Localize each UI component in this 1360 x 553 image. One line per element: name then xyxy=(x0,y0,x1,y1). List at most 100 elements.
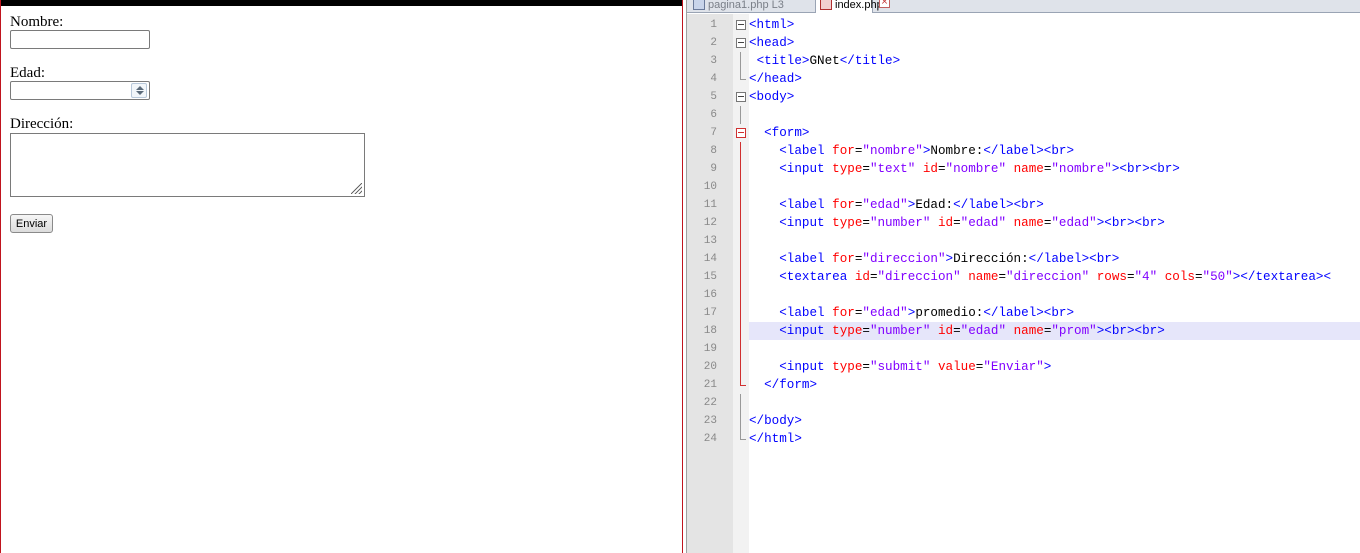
code-line[interactable]: 21 </form> xyxy=(687,376,1360,394)
fold-guide-line xyxy=(740,304,741,322)
number-spinner[interactable] xyxy=(131,83,147,98)
code-line[interactable]: 4 </head> xyxy=(687,70,1360,88)
fold-toggle-icon[interactable] xyxy=(736,20,746,30)
code-token: name xyxy=(968,270,999,284)
fold-guide-line xyxy=(740,178,741,196)
code-token: = xyxy=(862,324,870,338)
code-token: </label><br> xyxy=(983,306,1075,320)
code-token: "edad" xyxy=(862,198,908,212)
code-text: <body> xyxy=(749,88,1360,106)
spin-up-icon[interactable] xyxy=(136,86,144,90)
line-number: 24 xyxy=(703,433,717,445)
code-token: <form> xyxy=(764,126,810,140)
code-text: <label for="direccion">Dirección:</label… xyxy=(749,250,1360,268)
line-number: 22 xyxy=(703,397,717,409)
code-line[interactable]: 5 <body> xyxy=(687,88,1360,106)
code-line[interactable]: 12 <input type="number" id="edad" name="… xyxy=(687,214,1360,232)
code-line[interactable]: 1 <html> xyxy=(687,16,1360,34)
code-token: for xyxy=(832,198,855,212)
code-token: "edad" xyxy=(1051,216,1097,230)
code-token: = xyxy=(862,360,870,374)
code-token: = xyxy=(953,324,961,338)
code-token: id xyxy=(922,162,938,176)
form-preview: Nombre: Edad: Dirección: Enviar xyxy=(0,0,683,553)
code-token: <textarea xyxy=(779,270,855,284)
code-token: <label xyxy=(779,252,833,266)
fold-toggle-icon[interactable] xyxy=(736,38,746,48)
fold-guide-line xyxy=(740,286,741,304)
code-token: Dirección: xyxy=(953,252,1029,266)
line-number: 21 xyxy=(703,379,717,391)
code-area[interactable]: 1 <html> 2 <head> 3 <title>GNet</title> 4 </he… xyxy=(687,16,1360,448)
code-token: <input xyxy=(779,324,833,338)
code-line[interactable]: 19 xyxy=(687,340,1360,358)
fold-guide-line xyxy=(740,250,741,268)
code-token: = xyxy=(953,216,961,230)
line-number: 13 xyxy=(703,235,717,247)
code-line[interactable]: 18 <input type="number" id="edad" name="… xyxy=(687,322,1360,340)
code-line[interactable]: 3 <title>GNet</title> xyxy=(687,52,1360,70)
close-tab-icon[interactable]: × xyxy=(879,0,890,8)
code-line[interactable]: 8 <label for="nombre">Nombre:</label><br… xyxy=(687,142,1360,160)
code-line[interactable]: 7 <form> xyxy=(687,124,1360,142)
code-line[interactable]: 17 <label for="edad">promedio:</label><b… xyxy=(687,304,1360,322)
code-token: promedio: xyxy=(915,306,984,320)
enviar-button[interactable]: Enviar xyxy=(10,214,53,233)
spin-down-icon[interactable] xyxy=(136,91,144,95)
code-line[interactable]: 20 <input type="submit" value="Enviar"> xyxy=(687,358,1360,376)
code-token: = xyxy=(869,270,878,284)
code-token: "submit" xyxy=(869,360,931,374)
code-token: Nombre: xyxy=(930,144,984,158)
code-token: </title> xyxy=(839,54,901,68)
code-token: ><br><br> xyxy=(1096,324,1165,338)
code-line[interactable]: 23 </body> xyxy=(687,412,1360,430)
tab-index[interactable]: index.php xyxy=(815,0,883,13)
fold-toggle-icon[interactable] xyxy=(736,92,746,102)
code-line[interactable]: 11 <label for="edad">Edad:</label><br> xyxy=(687,196,1360,214)
code-line[interactable]: 14 <label for="direccion">Dirección:</la… xyxy=(687,250,1360,268)
code-token: id xyxy=(854,270,870,284)
code-token: "nombre" xyxy=(1051,162,1112,176)
direccion-textarea[interactable] xyxy=(10,133,365,197)
code-token: <body> xyxy=(749,90,795,104)
preview-top-bar xyxy=(1,0,682,6)
nombre-input[interactable] xyxy=(10,30,150,49)
code-token: = xyxy=(937,162,946,176)
tab-pagina1[interactable]: pagina1.php L3 xyxy=(689,0,814,13)
code-token: <label xyxy=(779,306,833,320)
line-number: 3 xyxy=(710,55,717,67)
code-line[interactable]: 10 xyxy=(687,178,1360,196)
line-number: 15 xyxy=(703,271,717,283)
line-number: 1 xyxy=(710,19,717,31)
resize-grip-icon[interactable] xyxy=(351,183,362,194)
code-text: <input type="submit" value="Enviar"> xyxy=(749,358,1360,376)
code-line[interactable]: 6 xyxy=(687,106,1360,124)
code-text: <label for="edad">Edad:</label><br> xyxy=(749,196,1360,214)
code-token: rows xyxy=(1096,270,1127,284)
code-token: Edad: xyxy=(915,198,954,212)
edad-label: Edad: xyxy=(10,65,45,81)
code-token: = xyxy=(862,216,870,230)
tab-label: index.php xyxy=(835,0,883,11)
line-number: 23 xyxy=(703,415,717,427)
code-line[interactable]: 9 <input type="text" id="nombre" name="n… xyxy=(687,160,1360,178)
code-line[interactable]: 24 </html> xyxy=(687,430,1360,448)
fold-toggle-icon[interactable] xyxy=(736,128,746,138)
edad-number-input[interactable] xyxy=(10,81,150,100)
code-line[interactable]: 22 xyxy=(687,394,1360,412)
code-token: <html> xyxy=(749,18,795,32)
code-line[interactable]: 16 xyxy=(687,286,1360,304)
code-line[interactable]: 2 <head> xyxy=(687,34,1360,52)
code-line[interactable]: 15 <textarea id="direccion" name="direcc… xyxy=(687,268,1360,286)
code-line[interactable]: 13 xyxy=(687,232,1360,250)
